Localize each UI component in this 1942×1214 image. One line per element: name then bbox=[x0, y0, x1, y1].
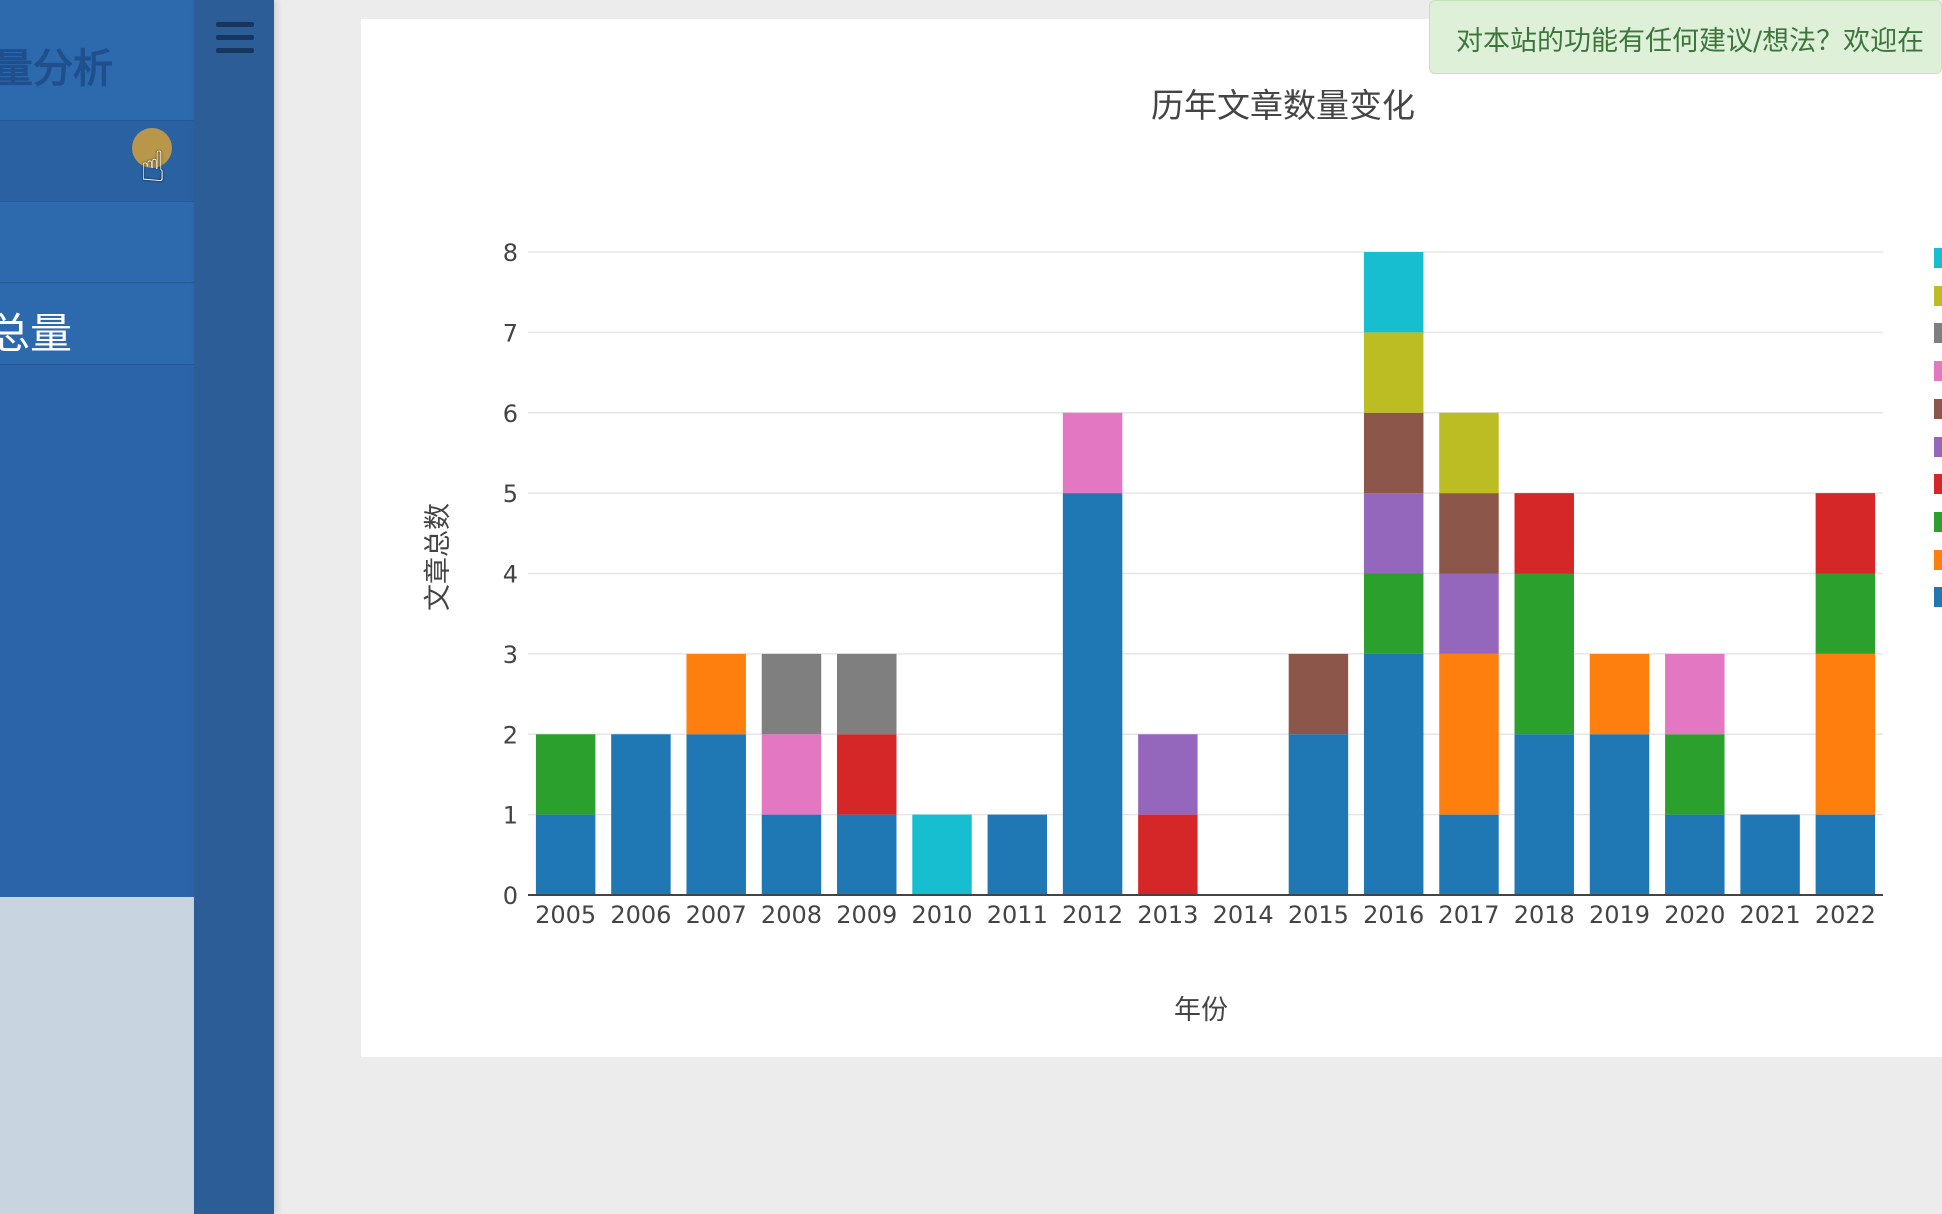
bar-segment bbox=[1514, 734, 1574, 895]
x-tick-label: 2012 bbox=[1062, 901, 1123, 929]
bar-segment bbox=[761, 814, 822, 895]
bar-segment bbox=[1439, 412, 1499, 494]
bar-segment bbox=[1138, 814, 1198, 895]
bar-segment bbox=[1439, 814, 1499, 895]
notice-text: 对本站的功能有任何建议/想法？欢迎在 bbox=[1456, 26, 1925, 57]
y-tick-label: 2 bbox=[503, 721, 518, 749]
feedback-notice[interactable]: 对本站的功能有任何建议/想法？欢迎在 bbox=[1429, 0, 1942, 74]
x-tick-label: 2022 bbox=[1815, 901, 1876, 929]
bar-segment bbox=[837, 814, 897, 895]
bar-segment bbox=[1815, 573, 1876, 654]
bar-segment bbox=[1514, 493, 1574, 574]
collapse-strip bbox=[194, 0, 274, 1214]
chart-card: 0 1 2 3 4 5 6 7 8 2005 2006 2007 2008 2009 2010 2011 201… bbox=[361, 19, 1942, 1057]
y-tick-label: 5 bbox=[503, 480, 518, 508]
y-axis-label: 文章总数 bbox=[423, 503, 454, 611]
x-tick-label: 2017 bbox=[1438, 901, 1499, 929]
bar-segment bbox=[837, 653, 897, 735]
bar-segment bbox=[912, 814, 972, 895]
x-tick-label: 2015 bbox=[1288, 901, 1349, 929]
x-tick-label: 2009 bbox=[836, 901, 897, 929]
bar-segment bbox=[987, 814, 1048, 895]
x-tick-label: 2010 bbox=[911, 901, 972, 929]
sidebar-bottom-panel bbox=[0, 897, 194, 1214]
bar-segment bbox=[1439, 573, 1499, 654]
x-tick-label: 2016 bbox=[1363, 901, 1424, 929]
bar-segment bbox=[1665, 814, 1725, 895]
bar-segment bbox=[1288, 653, 1349, 735]
legend-swatch[interactable] bbox=[1934, 511, 1942, 532]
bar-segment bbox=[686, 653, 746, 735]
x-tick-label: 2006 bbox=[610, 901, 671, 929]
bar-segment bbox=[837, 734, 897, 815]
sidebar-item-label: 总量 bbox=[0, 309, 72, 358]
legend-swatch[interactable] bbox=[1934, 323, 1942, 344]
bar-segment bbox=[1815, 653, 1876, 815]
bar-segment bbox=[611, 734, 671, 895]
y-tick-label: 4 bbox=[503, 561, 518, 589]
x-tick-label: 2019 bbox=[1589, 901, 1650, 929]
x-tick-label: 2007 bbox=[686, 901, 747, 929]
y-tick-label: 8 bbox=[503, 239, 518, 267]
y-tick-label: 6 bbox=[503, 400, 518, 428]
bar-segment bbox=[1439, 493, 1499, 574]
sidebar-item-2[interactable] bbox=[0, 202, 194, 283]
x-axis-label: 年份 bbox=[1174, 995, 1228, 1026]
legend-swatch[interactable] bbox=[1934, 361, 1942, 382]
brand-title: 量分析 bbox=[0, 46, 113, 92]
bar-segment bbox=[761, 734, 822, 815]
bar-segment bbox=[1589, 653, 1650, 735]
chart: 0 1 2 3 4 5 6 7 8 2005 2006 2007 2008 2009 2010 2011 201… bbox=[423, 86, 1883, 1026]
bar-segment bbox=[1815, 814, 1876, 895]
bar-segment bbox=[1363, 412, 1424, 494]
bar-segment bbox=[1138, 734, 1198, 815]
hand-cursor-icon: ☝ bbox=[140, 142, 166, 191]
bar-segment bbox=[1439, 653, 1499, 815]
hamburger-menu-icon[interactable] bbox=[216, 22, 254, 56]
bar-segment bbox=[1363, 573, 1424, 654]
y-tick-label: 3 bbox=[503, 641, 518, 669]
bar-segment bbox=[1363, 653, 1424, 895]
legend-swatch[interactable] bbox=[1934, 248, 1942, 268]
bar-segment bbox=[1363, 332, 1424, 413]
y-tick-label: 1 bbox=[503, 802, 518, 830]
legend-swatch[interactable] bbox=[1934, 285, 1942, 306]
x-tick-label: 2014 bbox=[1213, 901, 1274, 929]
legend-swatch[interactable] bbox=[1934, 474, 1942, 495]
legend-swatch[interactable] bbox=[1934, 549, 1942, 570]
chart-title: 历年文章数量变化 bbox=[1151, 86, 1415, 125]
x-tick-label: 2005 bbox=[535, 901, 596, 929]
y-tick-label: 7 bbox=[503, 319, 518, 347]
x-tick-label: 2008 bbox=[761, 901, 822, 929]
legend-swatch[interactable] bbox=[1934, 587, 1942, 608]
bar-segment bbox=[535, 734, 596, 815]
bar-segment bbox=[1062, 412, 1123, 494]
bar-segment bbox=[1815, 493, 1876, 574]
bar-segment bbox=[1363, 252, 1424, 333]
bar-segment bbox=[1514, 573, 1574, 735]
bar-segment bbox=[686, 734, 746, 895]
x-tick-label: 2011 bbox=[987, 901, 1048, 929]
sidebar: 量分析 总量 ☝ bbox=[0, 0, 194, 1214]
y-tick-label: 0 bbox=[503, 882, 518, 910]
bar-segment bbox=[535, 814, 596, 895]
bar-segment bbox=[761, 653, 822, 735]
bar-segment bbox=[1363, 493, 1424, 574]
bar-segment bbox=[1740, 814, 1800, 895]
x-tick-label: 2013 bbox=[1137, 901, 1198, 929]
bar-segment bbox=[1288, 734, 1349, 895]
x-tick-label: 2018 bbox=[1514, 901, 1575, 929]
bar-segment bbox=[1589, 734, 1650, 895]
sidebar-item-total[interactable]: 总量 bbox=[0, 284, 194, 365]
sidebar-brand[interactable]: 量分析 bbox=[0, 0, 194, 121]
legend-swatch[interactable] bbox=[1934, 398, 1942, 419]
bar-segment bbox=[1062, 493, 1123, 895]
bar-segment bbox=[1665, 653, 1725, 735]
legend-swatch[interactable] bbox=[1934, 436, 1942, 457]
x-tick-label: 2021 bbox=[1740, 901, 1801, 929]
bar-segment bbox=[1665, 734, 1725, 815]
x-tick-label: 2020 bbox=[1664, 901, 1725, 929]
